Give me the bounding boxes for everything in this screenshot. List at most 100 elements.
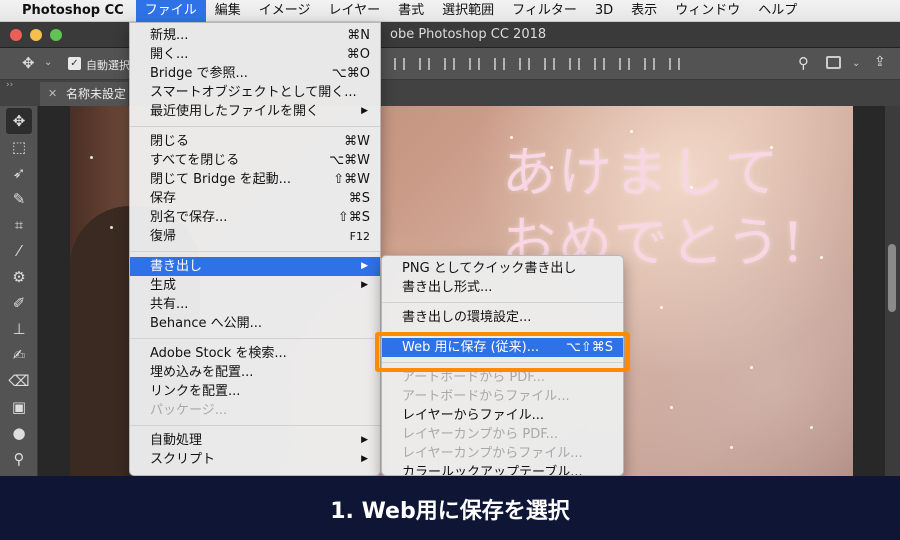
clone-stamp-tool-icon[interactable]: ⊥: [6, 316, 32, 342]
snow-dot: [750, 366, 753, 369]
auto-select-checkbox[interactable]: ✓: [68, 57, 81, 70]
menu-item-label: アートボードからファイル...: [402, 389, 570, 404]
history-brush-tool-icon[interactable]: ✍: [6, 342, 32, 368]
menu-layer[interactable]: レイヤー: [319, 0, 389, 22]
menu-item-automate[interactable]: 自動処理 ▶: [130, 431, 380, 450]
close-icon[interactable]: ✕: [48, 82, 57, 106]
menu-item-label: 最近使用したファイルを開く: [150, 104, 320, 119]
blur-tool-icon[interactable]: ●: [6, 420, 32, 446]
menu-item-save[interactable]: 保存 ⌘S: [130, 189, 380, 208]
menu-image[interactable]: イメージ: [250, 0, 320, 22]
menu-filter[interactable]: フィルター: [503, 0, 586, 22]
move-tool-preset-icon[interactable]: ✥: [22, 54, 35, 72]
menu-item-shortcut: ⇧⌘W: [333, 172, 370, 187]
menu-item-close-go-bridge[interactable]: 閉じて Bridge を起動... ⇧⌘W: [130, 170, 380, 189]
eraser-tool-icon[interactable]: ⌫: [6, 368, 32, 394]
align-left-icon[interactable]: [469, 58, 480, 70]
snow-dot: [90, 156, 93, 159]
menu-item-label: Bridge で参照...: [150, 66, 248, 81]
distribute-vcenter-icon[interactable]: [569, 58, 580, 70]
menu-item-search-adobe-stock[interactable]: Adobe Stock を検索...: [130, 344, 380, 363]
align-vcenter-icon[interactable]: [419, 58, 430, 70]
menu-window[interactable]: ウィンドウ: [666, 0, 749, 22]
app-menu-name[interactable]: Photoshop CC: [0, 3, 136, 18]
align-hcenter-icon[interactable]: [494, 58, 505, 70]
menu-item-place-linked[interactable]: リンクを配置...: [130, 382, 380, 401]
menu-item-color-lookup-tables[interactable]: カラールックアップテーブル...: [382, 463, 623, 475]
minimize-window-button[interactable]: [30, 29, 42, 41]
menu-item-browse-bridge[interactable]: Bridge で参照... ⌥⌘O: [130, 64, 380, 83]
menu-item-label: すべてを閉じる: [150, 153, 240, 168]
menu-item-label: スクリプト: [150, 452, 216, 467]
file-menu: 新規... ⌘N 開く... ⌘O Bridge で参照... ⌥⌘O スマートオブジ…: [129, 22, 381, 476]
menu-item-place-embedded[interactable]: 埋め込みを配置...: [130, 363, 380, 382]
menu-3d[interactable]: 3D: [586, 0, 622, 22]
document-tab[interactable]: ✕ 名称未設定: [40, 82, 128, 106]
menu-file[interactable]: ファイル: [135, 0, 206, 22]
workspace-icon[interactable]: [826, 56, 841, 69]
menu-item-revert[interactable]: 復帰 F12: [130, 227, 380, 246]
menu-item-shortcut: ⌘N: [347, 28, 370, 43]
menu-item-open[interactable]: 開く... ⌘O: [130, 45, 380, 64]
snow-dot: [630, 130, 633, 133]
marquee-tool-icon[interactable]: ⬚: [6, 134, 32, 160]
distribute-right-icon[interactable]: [669, 58, 680, 70]
close-window-button[interactable]: [10, 29, 22, 41]
menu-item-export-preferences[interactable]: 書き出しの環境設定...: [382, 308, 623, 327]
chevron-down-icon[interactable]: ⌄: [852, 58, 860, 69]
scrollbar-thumb[interactable]: [888, 244, 896, 312]
menu-item-label: 自動処理: [150, 433, 203, 448]
brush-tool-icon[interactable]: ✐: [6, 290, 32, 316]
eyedropper-tool-icon[interactable]: ⁄: [6, 238, 32, 264]
menu-item-export[interactable]: 書き出し ▶: [130, 257, 380, 276]
menu-item-quick-export-png[interactable]: PNG としてクイック書き出し: [382, 259, 623, 278]
healing-brush-tool-icon[interactable]: ⚙: [6, 264, 32, 290]
menu-item-open-smart-object[interactable]: スマートオブジェクトとして開く...: [130, 83, 380, 102]
align-controls: [394, 58, 680, 70]
callout-highlight-box: [375, 332, 630, 372]
menu-view[interactable]: 表示: [622, 0, 666, 22]
distribute-left-icon[interactable]: [619, 58, 630, 70]
menu-item-label: 埋め込みを配置...: [150, 365, 254, 380]
menu-item-generate[interactable]: 生成 ▶: [130, 276, 380, 295]
menu-select[interactable]: 選択範囲: [433, 0, 503, 22]
menu-item-label: 閉じて Bridge を起動...: [150, 172, 292, 187]
menu-item-share[interactable]: 共有...: [130, 295, 380, 314]
menu-item-share-behance[interactable]: Behance へ公開...: [130, 314, 380, 333]
menu-item-export-as[interactable]: 書き出し形式...: [382, 278, 623, 297]
quick-select-tool-icon[interactable]: ✎: [6, 186, 32, 212]
align-bottom-icon[interactable]: [444, 58, 455, 70]
menu-item-new[interactable]: 新規... ⌘N: [130, 26, 380, 45]
menu-item-close[interactable]: 閉じる ⌘W: [130, 132, 380, 151]
menu-item-label: リンクを配置...: [150, 384, 241, 399]
chevron-down-icon[interactable]: ⌄: [44, 57, 52, 68]
align-right-icon[interactable]: [519, 58, 530, 70]
zoom-window-button[interactable]: [50, 29, 62, 41]
menu-item-open-recent[interactable]: 最近使用したファイルを開く ▶: [130, 102, 380, 121]
menu-type[interactable]: 書式: [389, 0, 433, 22]
menu-separator: [130, 425, 380, 426]
move-tool-icon[interactable]: ✥: [6, 108, 32, 134]
menu-item-label: 書き出し: [150, 259, 203, 274]
lasso-tool-icon[interactable]: ➶: [6, 160, 32, 186]
share-icon[interactable]: ⇪: [874, 54, 886, 70]
align-top-icon[interactable]: [394, 58, 405, 70]
menu-item-close-all[interactable]: すべてを閉じる ⌥⌘W: [130, 151, 380, 170]
menu-item-layer-comps-to-files: レイヤーカンプからファイル...: [382, 444, 623, 463]
distribute-top-icon[interactable]: [544, 58, 555, 70]
menu-edit[interactable]: 編集: [206, 0, 250, 22]
menu-item-save-as[interactable]: 別名で保存... ⇧⌘S: [130, 208, 380, 227]
distribute-bottom-icon[interactable]: [594, 58, 605, 70]
dodge-tool-icon[interactable]: ⚲: [6, 446, 32, 472]
gradient-tool-icon[interactable]: ▣: [6, 394, 32, 420]
caption-text: 1. Web用に保存を選択: [330, 499, 570, 524]
search-icon[interactable]: ⚲: [798, 54, 809, 72]
menu-item-layers-to-files[interactable]: レイヤーからファイル...: [382, 406, 623, 425]
menu-help[interactable]: ヘルプ: [749, 0, 806, 22]
distribute-hcenter-icon[interactable]: [644, 58, 655, 70]
crop-tool-icon[interactable]: ⌗: [6, 212, 32, 238]
menu-item-package: パッケージ...: [130, 401, 380, 420]
menu-item-scripts[interactable]: スクリプト ▶: [130, 450, 380, 469]
panel-collapse-icon[interactable]: ››: [6, 80, 13, 90]
menu-item-label: 共有...: [150, 297, 189, 312]
